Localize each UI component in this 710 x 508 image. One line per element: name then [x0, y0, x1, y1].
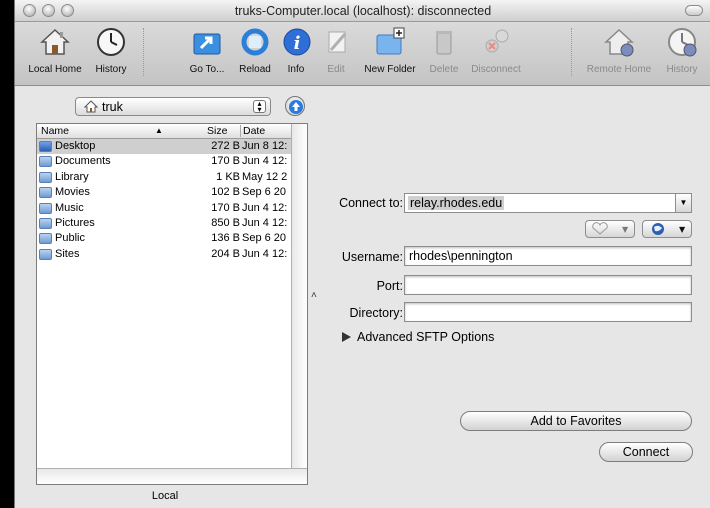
toolbar-toggle-button[interactable]: [685, 5, 703, 16]
table-row[interactable]: Sites 204 B Jun 4 12:: [37, 247, 292, 262]
pencil-icon: [328, 31, 347, 53]
folder-arrow-icon: [193, 33, 221, 55]
sort-ascending-icon: ▲: [155, 126, 163, 135]
toolbar: Local Home History Go To... Reload i Inf…: [15, 22, 710, 86]
port-field[interactable]: [404, 275, 692, 295]
svg-text:i: i: [294, 33, 301, 54]
remote-home-button[interactable]: Remote Home: [583, 26, 655, 75]
house-icon: [83, 100, 99, 116]
new-folder-button[interactable]: New Folder: [361, 26, 419, 75]
app-window: truks-Computer.local (localhost): discon…: [14, 0, 710, 508]
svg-text:▼: ▼: [622, 225, 629, 234]
house-icon: [40, 28, 70, 55]
disconnect-icon: [485, 29, 509, 53]
documents-folder-icon: [39, 156, 52, 168]
music-folder-icon: [39, 202, 52, 214]
connect-to-value: relay.rhodes.edu: [408, 196, 505, 210]
table-row[interactable]: Music 170 B Jun 4 12:: [37, 201, 292, 216]
history-left-button[interactable]: History: [91, 26, 131, 75]
advanced-sftp-disclosure[interactable]: Advanced SFTP Options: [342, 330, 494, 344]
local-file-list[interactable]: Name ▲ Size Date Desktop 272 B Jun 8 12:…: [36, 123, 308, 485]
title-bar[interactable]: truks-Computer.local (localhost): discon…: [15, 0, 710, 22]
table-row[interactable]: Desktop 272 B Jun 8 12:: [37, 139, 292, 155]
new-folder-icon: [376, 27, 405, 55]
heart-icon: ▼: [592, 222, 629, 235]
svg-text:▼: ▼: [679, 225, 686, 234]
chevron-down-icon[interactable]: ▼: [675, 194, 691, 212]
info-icon: i: [283, 28, 311, 56]
table-row[interactable]: Public 136 B Sep 6 20: [37, 231, 292, 246]
pictures-folder-icon: [39, 217, 52, 229]
bookmarks-popup[interactable]: ▼: [585, 220, 635, 238]
clock-icon: [97, 28, 125, 56]
history-right-button[interactable]: History: [659, 26, 705, 75]
go-to-button[interactable]: Go To...: [185, 26, 229, 75]
window-title: truks-Computer.local (localhost): discon…: [234, 4, 492, 18]
local-path-popup[interactable]: truk ▴ ▾: [75, 97, 271, 116]
advanced-sftp-label: Advanced SFTP Options: [357, 330, 495, 344]
directory-field[interactable]: [404, 302, 692, 322]
reload-button[interactable]: Reload: [235, 26, 275, 75]
add-to-favorites-button[interactable]: Add to Favorites: [460, 411, 692, 431]
local-home-button[interactable]: Local Home: [25, 26, 85, 75]
sites-folder-icon: [39, 248, 52, 260]
globe-icon: ▼: [652, 223, 686, 235]
username-field[interactable]: rhodes\pennington: [404, 246, 692, 266]
public-folder-icon: [39, 233, 52, 245]
library-folder-icon: [39, 171, 52, 183]
horizontal-scrollbar[interactable]: [37, 468, 307, 484]
table-row[interactable]: Documents 170 B Jun 4 12:: [37, 154, 292, 169]
toolbar-separator: [571, 28, 572, 76]
trash-icon: [436, 31, 452, 55]
desktop-folder-icon: [39, 141, 52, 152]
arrow-up-icon: [289, 100, 303, 114]
popup-arrows-icon: ▴ ▾: [253, 100, 266, 114]
table-row[interactable]: Pictures 850 B Jun 4 12:: [37, 216, 292, 231]
column-name-header[interactable]: Name: [41, 125, 69, 137]
vertical-scrollbar[interactable]: [291, 124, 307, 469]
column-date-header[interactable]: Date: [240, 125, 265, 137]
protocol-popup[interactable]: ▼: [642, 220, 692, 238]
reload-icon: [241, 28, 269, 56]
connect-to-label: Connect to:: [339, 196, 403, 210]
toolbar-separator: [143, 28, 144, 76]
directory-label: Directory:: [349, 306, 403, 320]
parent-folder-button[interactable]: [285, 96, 305, 116]
port-label: Port:: [376, 279, 403, 293]
edit-button[interactable]: Edit: [321, 26, 351, 75]
remote-clock-icon: [668, 28, 697, 57]
table-row[interactable]: Library 1 KB May 12 2: [37, 170, 292, 185]
file-list-header: Name ▲ Size Date: [37, 124, 292, 139]
local-path-label: truk: [102, 100, 123, 114]
disconnect-button[interactable]: Disconnect: [467, 26, 525, 75]
connect-button[interactable]: Connect: [599, 442, 693, 462]
column-size-header[interactable]: Size: [207, 125, 227, 137]
username-label: Username:: [341, 250, 403, 264]
delete-button[interactable]: Delete: [425, 26, 463, 75]
table-row[interactable]: Movies 102 B Sep 6 20: [37, 185, 292, 200]
remote-house-icon: [604, 28, 634, 57]
movies-folder-icon: [39, 187, 52, 199]
local-browser-pane: truk ▴▾ Name ▲ Size Date Desktop 272 B: [15, 87, 315, 508]
info-button[interactable]: i Info: [281, 26, 311, 75]
file-rows: Desktop 272 B Jun 8 12: Documents 170 B …: [37, 139, 292, 262]
local-pane-label: Local: [151, 490, 179, 502]
connect-to-combobox[interactable]: relay.rhodes.edu ▼: [404, 193, 692, 213]
disclosure-triangle-icon: [342, 332, 351, 342]
